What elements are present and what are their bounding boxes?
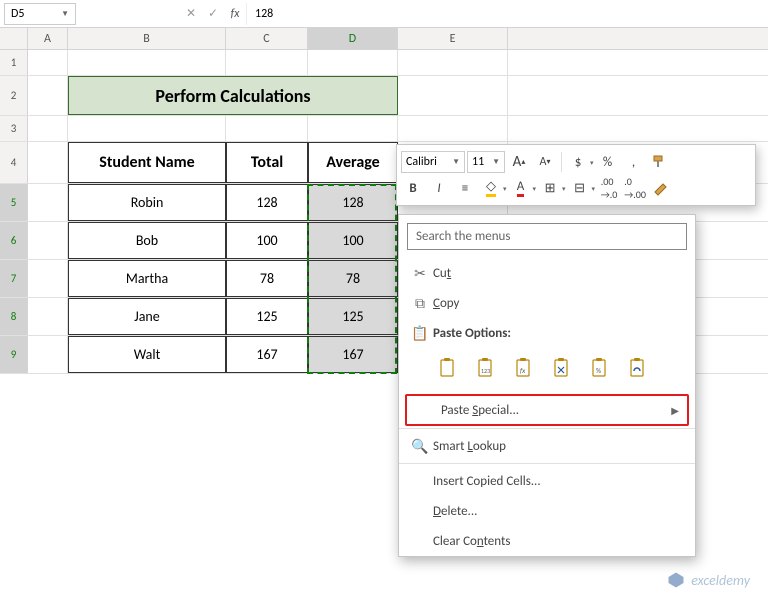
table-cell[interactable]: 78	[226, 260, 308, 297]
accounting-format-button[interactable]: $	[566, 151, 590, 173]
menu-item-delete[interactable]: Delete...	[399, 496, 695, 526]
menu-item-paste-special[interactable]: Paste Special... ▶	[407, 396, 687, 424]
font-color-button[interactable]: A	[509, 177, 533, 199]
row-header-3[interactable]: 3	[0, 116, 28, 141]
paste-options-label: 📋 Paste Options:	[399, 318, 695, 348]
col-header-D[interactable]: D	[308, 28, 398, 49]
paste-link-button[interactable]	[623, 354, 653, 384]
table-cell[interactable]: Bob	[68, 222, 226, 259]
accept-formula-button[interactable]: ✓	[202, 3, 224, 25]
col-header-C[interactable]: C	[226, 28, 308, 49]
increase-decimal-button[interactable]: .00→.0	[597, 177, 621, 199]
table-cell[interactable]: 100	[226, 222, 308, 259]
formula-bar-input[interactable]: 128	[246, 3, 768, 25]
row-header-6[interactable]: 6	[0, 222, 28, 259]
logo-icon	[667, 571, 685, 589]
increase-font-button[interactable]: A▴	[507, 151, 531, 173]
clear-format-button[interactable]	[649, 177, 673, 199]
chevron-down-icon: ▼	[61, 9, 69, 19]
fill-color-button[interactable]: ◇	[479, 177, 503, 199]
table-cell[interactable]: 128	[308, 184, 398, 221]
title-cell[interactable]: Perform Calculations	[68, 76, 398, 115]
th-student-name: Student Name	[68, 142, 226, 183]
font-select[interactable]: Calibri▼	[401, 151, 465, 173]
search-icon: 🔍	[407, 438, 433, 455]
menu-search-input[interactable]: Search the menus	[407, 223, 687, 250]
scissors-icon: ✂	[407, 265, 433, 282]
menu-item-copy[interactable]: ⧉ Copy	[399, 288, 695, 318]
bold-button[interactable]: B	[401, 177, 425, 199]
svg-text:%: %	[596, 366, 601, 375]
col-header-E[interactable]: E	[398, 28, 508, 49]
table-cell[interactable]: 78	[308, 260, 398, 297]
paste-formatting-button[interactable]: %	[585, 354, 615, 384]
mini-toolbar: Calibri▼ 11▼ A▴ A▾ $▾ % , B I ≡ ◇▾ A▾ ⊞▾…	[396, 144, 756, 206]
row-header-1[interactable]: 1	[0, 50, 28, 75]
row-header-8[interactable]: 8	[0, 298, 28, 335]
table-cell[interactable]: 167	[226, 336, 308, 373]
cancel-formula-button[interactable]: ✕	[180, 3, 202, 25]
th-average: Average	[308, 142, 398, 183]
name-box[interactable]: D5 ▼	[4, 3, 76, 25]
table-cell[interactable]: 125	[226, 298, 308, 335]
table-cell[interactable]: Jane	[68, 298, 226, 335]
menu-item-insert-copied[interactable]: Insert Copied Cells...	[399, 466, 695, 496]
table-cell[interactable]: Robin	[68, 184, 226, 221]
table-cell[interactable]: Walt	[68, 336, 226, 373]
row-header-7[interactable]: 7	[0, 260, 28, 297]
paste-values-button[interactable]: 123	[471, 354, 501, 384]
table-cell[interactable]: 128	[226, 184, 308, 221]
col-header-A[interactable]: A	[28, 28, 68, 49]
table-cell[interactable]: 100	[308, 222, 398, 259]
name-box-text: D5	[11, 7, 24, 21]
row-header-9[interactable]: 9	[0, 336, 28, 373]
paste-transpose-button[interactable]	[547, 354, 577, 384]
font-size-select[interactable]: 11▼	[467, 151, 505, 173]
table-cell[interactable]: 167	[308, 336, 398, 373]
svg-text:123: 123	[481, 367, 490, 375]
column-headers: A B C D E	[0, 28, 768, 50]
context-menu: Search the menus ✂ Cut ⧉ Copy 📋 Paste Op…	[398, 214, 696, 557]
insert-function-button[interactable]: fx	[224, 3, 246, 25]
table-cell[interactable]: 125	[308, 298, 398, 335]
paste-formulas-button[interactable]: fx	[509, 354, 539, 384]
table-cell[interactable]: Martha	[68, 260, 226, 297]
comma-format-button[interactable]: ,	[622, 151, 646, 173]
row-header-5[interactable]: 5	[0, 184, 28, 221]
clipboard-icon: 📋	[407, 325, 433, 342]
menu-item-clear-contents[interactable]: Clear Contents	[399, 526, 695, 556]
italic-button[interactable]: I	[427, 177, 451, 199]
paste-all-button[interactable]	[433, 354, 463, 384]
merge-button[interactable]: ⊟	[568, 177, 592, 199]
select-all-corner[interactable]	[0, 28, 28, 49]
format-painter-button[interactable]	[648, 151, 672, 173]
menu-item-smart-lookup[interactable]: 🔍 Smart Lookup	[399, 431, 695, 461]
formula-bar-text: 128	[255, 7, 273, 21]
align-center-button[interactable]: ≡	[453, 177, 477, 199]
row-header-2[interactable]: 2	[0, 76, 28, 115]
copy-icon: ⧉	[407, 295, 433, 312]
row-header-4[interactable]: 4	[0, 142, 28, 183]
th-total: Total	[226, 142, 308, 183]
col-header-B[interactable]: B	[68, 28, 226, 49]
chevron-right-icon: ▶	[671, 404, 679, 417]
decrease-font-button[interactable]: A▾	[533, 151, 557, 173]
borders-button[interactable]: ⊞	[538, 177, 562, 199]
menu-item-cut[interactable]: ✂ Cut	[399, 258, 695, 288]
watermark: exceldemy	[667, 571, 750, 589]
percent-format-button[interactable]: %	[596, 151, 620, 173]
decrease-decimal-button[interactable]: .0→.00	[623, 177, 647, 199]
